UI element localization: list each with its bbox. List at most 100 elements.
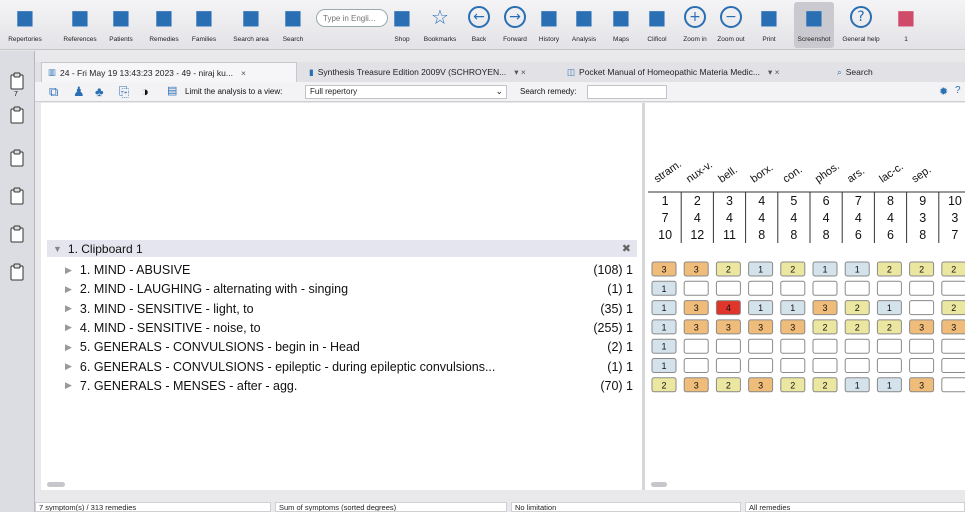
grade-cell[interactable] — [941, 338, 965, 354]
horizontal-scrollbar[interactable] — [47, 482, 65, 487]
clipboard-icon[interactable] — [10, 187, 24, 205]
grade-cell[interactable] — [876, 338, 902, 354]
grade-cell[interactable] — [715, 358, 741, 373]
toolbar-references-button[interactable]: ■ References — [58, 2, 102, 48]
expand-triangle-icon[interactable]: ▶ — [65, 265, 72, 276]
expand-triangle-icon[interactable]: ▼ — [53, 244, 62, 254]
grade-cell[interactable] — [683, 358, 709, 373]
toolbar-bookmarks-button[interactable]: ☆ Bookmarks — [418, 2, 462, 48]
families-icon[interactable]: ♣ — [95, 84, 104, 99]
grade-value: 2 — [951, 265, 956, 275]
grade-cell[interactable] — [844, 338, 870, 354]
strategy-icon[interactable]: ♟ — [73, 84, 85, 100]
remedy-filter-icon[interactable]: ⎘ — [119, 84, 129, 100]
clipboard-icon[interactable] — [10, 106, 24, 124]
toolbar-repertories-button[interactable]: ■ Repertories — [0, 2, 50, 48]
clipboard-icon[interactable] — [10, 225, 24, 243]
expand-triangle-icon[interactable]: ▶ — [65, 380, 72, 391]
toolbar-forward-button[interactable]: → Forward — [498, 2, 532, 48]
grade-cell[interactable] — [715, 338, 741, 354]
grade-cell[interactable] — [909, 358, 935, 373]
expand-triangle-icon[interactable]: ▶ — [65, 284, 72, 295]
grade-cell[interactable] — [909, 280, 935, 296]
help-icon[interactable]: ? — [955, 85, 961, 96]
grade-value: 4 — [726, 303, 731, 313]
toolbar-maps-button[interactable]: ■ Maps — [604, 2, 638, 48]
tab-synthesis[interactable]: ▮ Synthesis Treasure Edition 2009V (SCHR… — [303, 62, 551, 82]
expand-triangle-icon[interactable]: ▶ — [65, 342, 72, 353]
grade-cell[interactable] — [876, 280, 902, 296]
clipboard-header[interactable]: ▼ 1. Clipboard 1 ✖ — [47, 240, 637, 257]
search-input[interactable] — [316, 9, 388, 27]
toolbar-screenshot-button[interactable]: ■ Screenshot — [794, 2, 834, 48]
grade-cell[interactable] — [812, 280, 838, 296]
grade-cell[interactable] — [909, 338, 935, 354]
toolbar-1-button[interactable]: ■ 1 — [888, 2, 924, 48]
clipboard-icon[interactable] — [10, 263, 24, 281]
status-sort[interactable]: Sum of symptoms (sorted degrees) — [275, 502, 507, 512]
view-select[interactable]: Full repertory ⌄ — [305, 85, 507, 99]
toolbar-shop-button[interactable]: ■ Shop — [388, 2, 416, 48]
zoom-out-icon: − — [720, 2, 742, 32]
rubric-row[interactable]: ▶ 2. MIND - LAUGHING - alternating with -… — [47, 280, 637, 298]
tab-analysis[interactable]: ▥ 24 - Fri May 19 13:43:23 2023 - 49 - n… — [41, 62, 297, 82]
grade-cell[interactable] — [748, 280, 774, 296]
grade-cell[interactable] — [812, 358, 838, 373]
close-icon[interactable]: ✖ — [622, 242, 631, 255]
forward-arrow-icon: → — [504, 2, 526, 32]
search-remedy-input[interactable] — [587, 85, 667, 99]
toolbar-general-help-button[interactable]: ? General help — [838, 2, 884, 48]
expand-triangle-icon[interactable]: ▶ — [65, 303, 72, 314]
toggle-icon[interactable]: ◑ — [141, 84, 149, 99]
toolbar-zoom-in-button[interactable]: + Zoom in — [680, 2, 710, 48]
gear-icon[interactable]: ✹ — [939, 85, 948, 98]
status-remedies[interactable]: All remedies — [745, 502, 965, 512]
toolbar-patients-button[interactable]: ■ Patients — [104, 2, 138, 48]
grade-cell[interactable] — [683, 280, 709, 296]
toolbar-clificol-button[interactable]: ■ Clificol — [640, 2, 674, 48]
grade-cell[interactable] — [715, 280, 741, 296]
toolbar-families-button[interactable]: ■ Families — [186, 2, 222, 48]
rubric-row[interactable]: ▶ 6. GENERALS - CONVULSIONS - epileptic -… — [47, 358, 637, 376]
toolbar-print-button[interactable]: ■ Print — [752, 2, 786, 48]
grade-cell[interactable] — [941, 280, 965, 296]
printer-icon: ■ — [759, 5, 779, 29]
grade-cell[interactable] — [748, 338, 774, 354]
grade-cell[interactable] — [844, 358, 870, 373]
toolbar-zoom-out-button[interactable]: − Zoom out — [712, 2, 750, 48]
rubric-row[interactable]: ▶ 4. MIND - SENSITIVE - noise, to (255) 1 — [47, 319, 637, 337]
grade-cell[interactable] — [941, 377, 965, 393]
grade-cell[interactable] — [812, 338, 838, 354]
rubric-row[interactable]: ▶ 5. GENERALS - CONVULSIONS - begin in - … — [47, 338, 637, 356]
rubric-row[interactable]: ▶ 1. MIND - ABUSIVE (108) 1 — [47, 261, 637, 279]
grade-cell[interactable] — [844, 280, 870, 296]
rubric-row[interactable]: ▶ 7. GENERALS - MENSES - after - agg. (70)… — [47, 377, 637, 395]
rubric-row[interactable]: ▶ 3. MIND - SENSITIVE - light, to (35) 1 — [47, 300, 637, 318]
layout-icon[interactable]: ⧉ — [49, 84, 58, 100]
grade-cell[interactable] — [780, 338, 806, 354]
horizontal-scrollbar[interactable] — [651, 482, 667, 487]
status-limitation[interactable]: No limitation — [511, 502, 741, 512]
grade-cell[interactable] — [941, 358, 965, 373]
toolbar-analysis-button[interactable]: ■ Analysis — [566, 2, 602, 48]
close-icon[interactable]: ▾ × — [768, 67, 780, 78]
close-icon[interactable]: ▾ × — [514, 67, 526, 78]
expand-triangle-icon[interactable]: ▶ — [65, 361, 72, 372]
grade-cell[interactable] — [909, 300, 935, 316]
clipboard-icon[interactable] — [10, 72, 24, 90]
grade-cell[interactable] — [780, 358, 806, 373]
grade-cell[interactable] — [748, 358, 774, 373]
expand-triangle-icon[interactable]: ▶ — [65, 322, 72, 333]
toolbar-back-button[interactable]: ← Back — [464, 2, 494, 48]
toolbar-remedies-button[interactable]: ■ Remedies — [142, 2, 186, 48]
clipboard-icon[interactable] — [10, 149, 24, 167]
tab-pocket-manual[interactable]: ◫ Pocket Manual of Homeopathic Materia M… — [561, 62, 827, 82]
toolbar-history-button[interactable]: ■ History — [532, 2, 566, 48]
tab-search[interactable]: ⌕ Search — [831, 62, 911, 82]
close-icon[interactable]: × — [241, 68, 246, 78]
toolbar-search-area-button[interactable]: ■ Search area — [226, 2, 276, 48]
grade-cell[interactable] — [683, 338, 709, 354]
grade-cell[interactable] — [876, 358, 902, 373]
toolbar-search-button[interactable]: ■ Search — [278, 2, 308, 48]
grade-cell[interactable] — [780, 280, 806, 296]
